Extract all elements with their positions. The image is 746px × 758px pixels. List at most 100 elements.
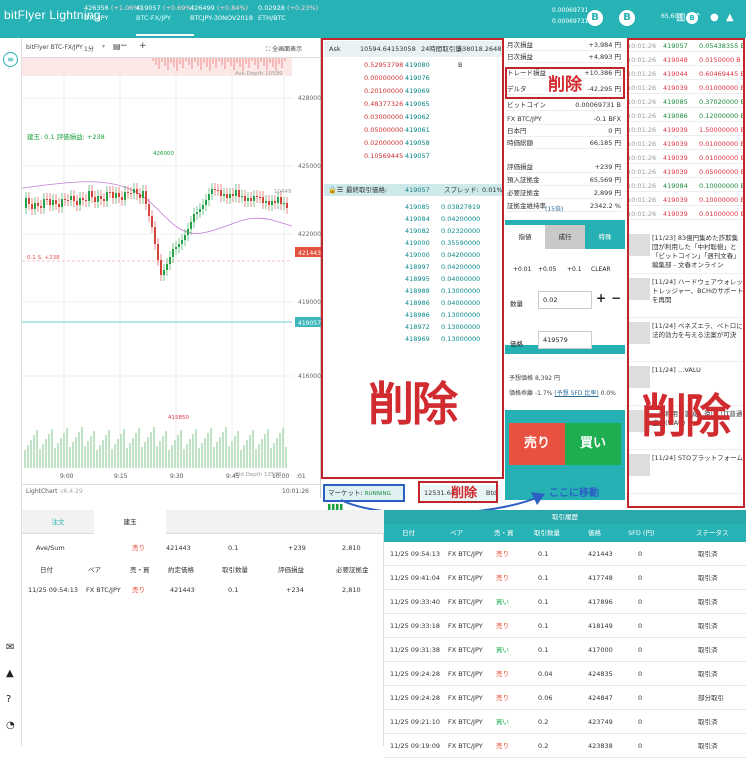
help-icon[interactable]: ?: [6, 694, 11, 705]
qty-plus-01[interactable]: +0.1: [567, 266, 582, 273]
cell-pair: FX BTC/JPY: [448, 622, 483, 630]
cell-status: 取引済: [698, 574, 718, 582]
sidebar: ≡ ✉ ▲ ? ◔: [0, 38, 22, 746]
tab-special[interactable]: 特殊: [585, 225, 625, 249]
bid-depth-bar: [72, 442, 74, 468]
bid-depth-bar: [51, 429, 53, 468]
cell-qty: 0.06: [538, 694, 553, 702]
menu-icon[interactable]: ≡: [3, 52, 18, 67]
candle-body: [52, 200, 54, 205]
qty-plus-005[interactable]: +0.05: [538, 266, 556, 273]
mail-icon[interactable]: ✉: [6, 642, 14, 653]
chevron-down-icon[interactable]: ▾: [102, 43, 105, 50]
price-decrease-button[interactable]: −: [611, 331, 621, 345]
bid-depth-bar: [120, 434, 122, 468]
table-row[interactable]: 11/25 09:19:09 FX BTC/JPY 売り 0.2 423838 0 取引済: [384, 734, 746, 758]
buy-button[interactable]: 買い: [565, 423, 621, 465]
y-tick: 428000: [298, 95, 321, 102]
column-header: 日付: [402, 529, 415, 537]
ticker-btcjpy-future[interactable]: 426499 (+0.84%) BTCJPY-30NOV2018: [190, 3, 253, 23]
ticker-btc-jpy[interactable]: 426356 (+1.06%) BTC/JPY: [84, 3, 142, 23]
ask-depth-bar: [275, 58, 277, 71]
candle-body: [103, 199, 105, 201]
price-input[interactable]: 419579: [538, 331, 592, 349]
summary-side: 売り: [132, 544, 145, 552]
table-row[interactable]: 11/25 09:33:40 FX BTC/JPY 買い 0.1 417896 0 取引済: [384, 590, 746, 614]
qty-plus-001[interactable]: +0.01: [513, 266, 531, 273]
info-label: FX BTC/JPY: [507, 115, 542, 123]
bid-depth-bar: [261, 439, 263, 468]
info-value: 66,185 円: [589, 139, 621, 147]
ticker-btc-fx-jpy[interactable]: 419057 (+0.69%) BTC-FX/JPY: [136, 3, 195, 36]
cell-status: 取引済: [698, 646, 718, 654]
graduation-icon[interactable]: ▲: [6, 668, 14, 679]
ask-depth-bar: [152, 58, 154, 61]
cell-pair: FX BTC/JPY: [448, 718, 483, 726]
candle-body: [130, 193, 132, 194]
qty-input[interactable]: 0.02: [538, 291, 592, 309]
candle-body: [37, 203, 39, 206]
settings-icon[interactable]: ▲: [726, 12, 734, 23]
table-row[interactable]: 11/25 09:54:13 FX BTC/JPY 売り 0.1 421443 0 取引済: [384, 542, 746, 566]
candle-body: [202, 205, 204, 209]
bid-depth-bar: [93, 431, 95, 468]
cell-pair: FX BTC/JPY: [448, 598, 483, 606]
chart-icon[interactable]: ▥: [676, 12, 685, 23]
table-row[interactable]: 11/25 09:41:04 FX BTC/JPY 売り 0.1 417748 0 取引済: [384, 566, 746, 590]
price-increase-button[interactable]: +: [596, 331, 606, 345]
tab-orders[interactable]: 注文: [22, 510, 94, 534]
tab-limit[interactable]: 指値: [505, 225, 545, 249]
zoom-out-button[interactable]: −: [120, 41, 128, 51]
sell-button[interactable]: 売り: [509, 423, 565, 465]
bid-depth-bar: [117, 439, 119, 468]
user-icon[interactable]: ●: [710, 12, 719, 23]
low-label: 415850: [168, 415, 189, 421]
summary-pnl: +239: [288, 544, 306, 552]
table-row[interactable]: 11/25 09:24:28 FX BTC/JPY 売り 0.06 424847 0 部分取…: [384, 686, 746, 710]
interval-select[interactable]: 1分: [84, 44, 94, 53]
cell-qty: 0.2: [538, 718, 549, 726]
candle-body: [55, 200, 57, 204]
sfd-link[interactable]: (予想 SFD 比率): [554, 390, 598, 397]
cell-status: 取引済: [698, 622, 718, 630]
qty-increase-button[interactable]: +: [596, 291, 606, 305]
column-header: 取引数量: [534, 529, 560, 537]
candle-body: [241, 196, 243, 197]
candlestick-chart[interactable]: 建玉: 0.1 評価損益: +238 426000 415850 0.1 S, …: [22, 58, 321, 484]
cell-status: 取引済: [698, 742, 718, 750]
ticker-symbol: ETH/BTC: [258, 14, 286, 22]
summary-qty: 0.1: [228, 544, 239, 552]
bid-depth-bar: [138, 428, 140, 468]
ask-depth-bar: [236, 58, 238, 63]
column-header: 売・買: [494, 529, 514, 537]
cell-qty: 0.1: [538, 574, 549, 582]
candle-body: [151, 216, 153, 227]
bell-icon[interactable]: ♪: [694, 12, 700, 23]
cell-side: 売り: [496, 694, 509, 702]
table-row[interactable]: 11/25 09:54:13 FX BTC/JPY 売り 421443 0.1 …: [22, 578, 384, 602]
cell-sfd: 0: [638, 670, 643, 678]
fullscreen-button[interactable]: ⛶ 全画面表示: [266, 44, 302, 54]
cell-date: 11/25 09:24:28: [390, 670, 440, 678]
bid-depth-bar: [54, 448, 56, 468]
zoom-in-button[interactable]: +: [139, 41, 147, 51]
fullscreen-label: 全画面表示: [272, 46, 303, 53]
ticker-symbol: BTC-FX/JPY: [136, 14, 171, 22]
qty-decrease-button[interactable]: −: [611, 291, 621, 305]
info-row: 評価損益 +239 円: [507, 162, 623, 173]
table-row[interactable]: 11/25 09:24:28 FX BTC/JPY 売り 0.04 424835 0 取引済: [384, 662, 746, 686]
ticker-eth-btc[interactable]: 0.02928 (+0.23%) ETH/BTC: [258, 3, 318, 23]
info-label: 日本円: [507, 127, 527, 135]
candle-body: [163, 270, 165, 275]
bid-depth-bar: [216, 442, 218, 468]
bid-depth-bar: [192, 434, 194, 468]
tab-market[interactable]: 成行: [545, 225, 585, 249]
table-row[interactable]: 11/25 09:21:10 FX BTC/JPY 買い 0.2 423749 0 取引済: [384, 710, 746, 734]
table-row[interactable]: 11/25 09:33:18 FX BTC/JPY 売り 0.1 418149 0 取引済: [384, 614, 746, 638]
qty-clear-button[interactable]: CLEAR: [591, 266, 611, 273]
table-row[interactable]: 11/25 09:31:38 FX BTC/JPY 買い 0.1 417000 0 取引済: [384, 638, 746, 662]
tab-positions[interactable]: 建玉: [94, 510, 166, 535]
info-label: 預入証拠金: [507, 176, 540, 184]
bid-depth-bar: [267, 429, 269, 468]
ask-depth-bar: [173, 58, 175, 67]
